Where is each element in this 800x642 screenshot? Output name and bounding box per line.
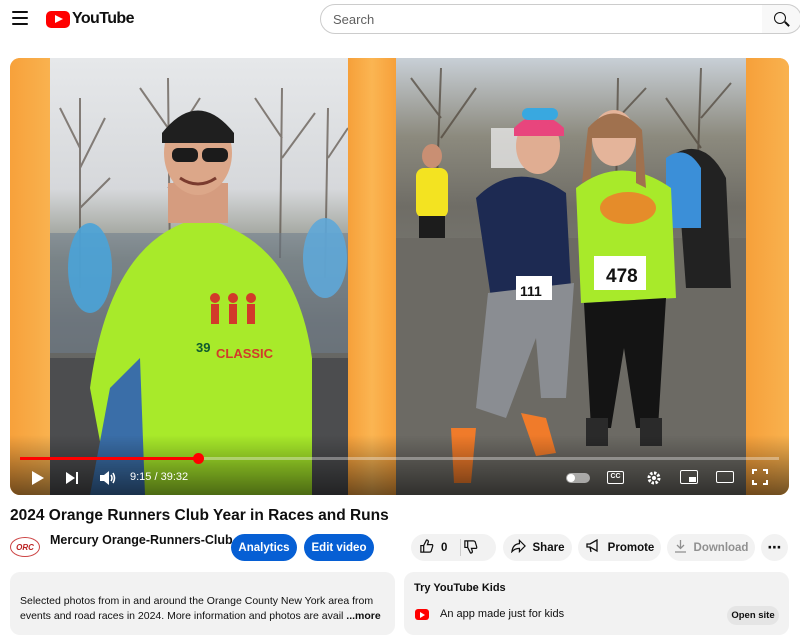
frame-border-right [746,58,789,495]
like-dislike-group: 0 [411,534,496,561]
shirt-text-number: 39 [196,340,210,355]
search-button[interactable] [762,4,800,34]
miniplayer-icon[interactable] [680,470,698,484]
channel-name[interactable]: Mercury Orange-Runners-Club [50,533,233,547]
video-title: 2024 Orange Runners Club Year in Races a… [10,507,389,524]
photo-right-art: 111 478 [396,67,746,495]
description-more-link[interactable]: ...more [346,610,380,622]
share-button[interactable]: Share [503,534,572,561]
thumbs-up-icon[interactable] [419,538,434,557]
more-actions-button[interactable]: ⋯ [761,534,788,561]
fullscreen-icon[interactable] [752,469,768,485]
share-label: Share [532,541,565,554]
frame-border-left [10,58,50,495]
youtube-logo-icon [46,10,70,28]
promote-button[interactable]: Promote [578,534,661,561]
theater-mode-icon[interactable] [716,471,734,483]
open-site-button[interactable]: Open site [727,606,779,625]
download-button[interactable]: Download [667,534,755,561]
menu-icon[interactable] [12,11,28,25]
kids-promo-title: Try YouTube Kids [414,582,506,594]
frame-border-middle [348,58,396,495]
gear-icon[interactable] [642,468,666,488]
shirt-text-word: CLASSIC [216,346,274,361]
photo-left-art: 39 CLASSIC [50,77,348,495]
play-icon[interactable] [27,468,49,488]
video-photo-left: 39 CLASSIC [50,58,348,495]
video-photo-right: 111 478 [396,58,746,495]
download-label: Download [693,541,749,554]
controls-gradient [10,435,789,495]
captions-button[interactable]: CC [607,471,624,484]
channel-avatar[interactable]: ORC [10,537,40,557]
autoplay-toggle[interactable] [566,473,590,483]
bib-right-number: 478 [606,266,638,287]
like-divider [460,539,461,556]
description-box[interactable]: Selected photos from in and around the O… [10,572,395,635]
like-count: 0 [441,541,448,554]
share-arrow-icon [510,538,526,556]
video-player[interactable]: 39 CLASSIC 111 478 9:15 / 39:32 CC [10,58,789,495]
progress-played [20,457,198,460]
kids-promo-text: An app made just for kids [440,608,565,620]
masthead: YouTube Search [0,0,800,38]
search-icon [774,12,786,24]
download-icon [674,539,687,556]
thumbs-down-icon[interactable] [463,539,478,557]
youtube-kids-promo: Try YouTube Kids An app made just for ki… [404,572,789,635]
next-icon[interactable] [62,468,84,488]
promote-label: Promote [607,541,655,554]
progress-bar[interactable] [20,453,779,464]
bib-left-number: 111 [520,283,542,299]
time-display: 9:15 / 39:32 [130,471,189,483]
youtube-kids-icon [415,609,429,620]
description-text: Selected photos from in and around the O… [20,595,374,622]
analytics-button[interactable]: Analytics [231,534,297,561]
youtube-logo[interactable]: YouTube [46,9,134,29]
search-input[interactable]: Search [320,4,763,34]
edit-video-button[interactable]: Edit video [304,534,374,561]
progress-scrubber[interactable] [192,453,204,464]
volume-icon[interactable] [97,468,119,488]
youtube-logo-text: YouTube [72,10,134,27]
megaphone-icon [585,538,601,556]
